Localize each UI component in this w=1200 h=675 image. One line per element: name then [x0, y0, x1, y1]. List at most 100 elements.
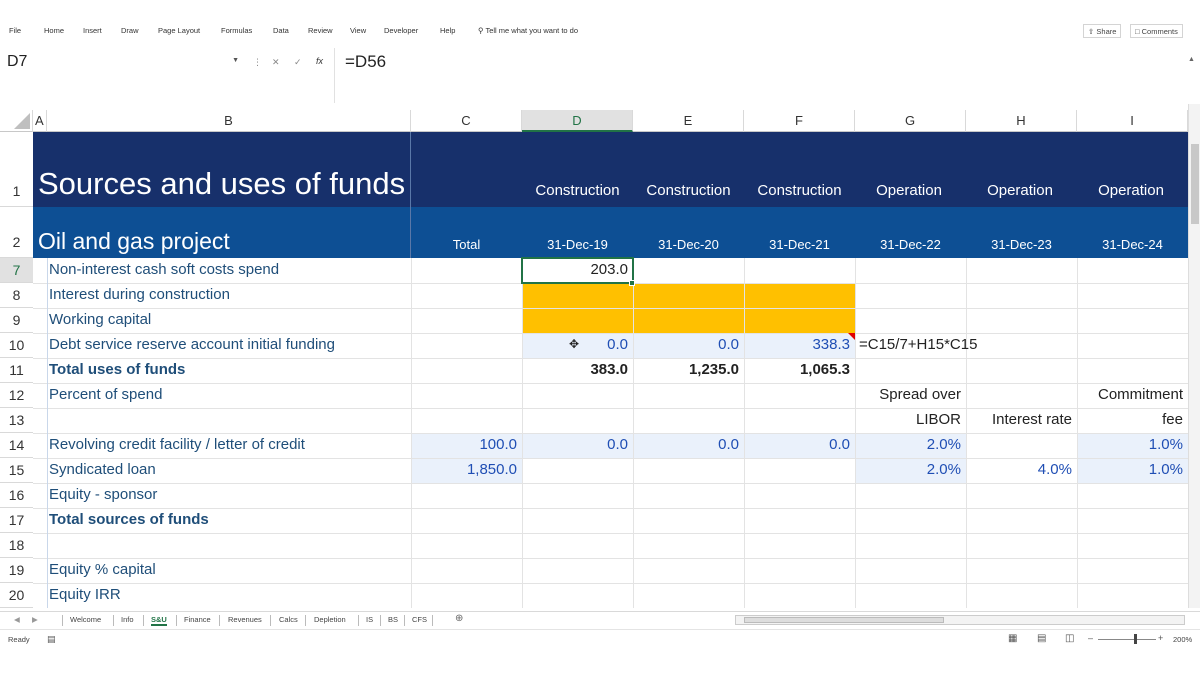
sheet-tab-info[interactable]: Info [121, 615, 134, 624]
row-header-17[interactable]: 17 [0, 508, 33, 533]
label-r15[interactable]: Syndicated loan [44, 458, 161, 483]
phase-d[interactable]: Construction [522, 182, 633, 199]
column-header-a[interactable]: A [33, 110, 47, 132]
tab-page-layout[interactable]: Page Layout [158, 26, 200, 35]
row-header-15[interactable]: 15 [0, 458, 33, 483]
sheet-tab-s-and-u[interactable]: S&U [151, 615, 167, 626]
column-header-d[interactable]: D [522, 110, 633, 132]
normal-view-icon[interactable]: ▦ [1008, 633, 1017, 644]
sheet-title[interactable]: Sources and uses of funds [38, 166, 405, 202]
row-header-16[interactable]: 16 [0, 483, 33, 508]
tab-home[interactable]: Home [44, 26, 64, 35]
cell-h13[interactable]: Interest rate [966, 408, 1077, 433]
row-header-8[interactable]: 8 [0, 283, 33, 308]
zoom-in-icon[interactable]: + [1158, 633, 1163, 643]
tab-review[interactable]: Review [308, 26, 333, 35]
cell-i12[interactable]: Commitment [1077, 383, 1188, 408]
cell-c14[interactable]: 100.0 [411, 433, 522, 458]
tab-view[interactable]: View [350, 26, 366, 35]
column-header-e[interactable]: E [633, 110, 744, 132]
label-r17[interactable]: Total sources of funds [44, 508, 214, 533]
date-d[interactable]: 31-Dec-19 [522, 237, 633, 252]
cell-g12[interactable]: Spread over [855, 383, 966, 408]
name-box[interactable]: D7 ▼ [3, 48, 245, 76]
cell-f14[interactable]: 0.0 [744, 433, 855, 458]
page-break-view-icon[interactable]: ◫ [1065, 633, 1074, 644]
column-header-h[interactable]: H [966, 110, 1077, 132]
sheet-tab-depletion[interactable]: Depletion [314, 615, 346, 624]
vertical-scroll-thumb[interactable] [1191, 144, 1199, 224]
sheet-tab-bs[interactable]: BS [388, 615, 398, 624]
expand-formula-icon[interactable]: ▲ [1188, 56, 1195, 63]
vertical-scrollbar[interactable] [1188, 104, 1200, 608]
phase-i[interactable]: Operation [1077, 182, 1185, 199]
phase-f[interactable]: Construction [744, 182, 855, 199]
row-header-19[interactable]: 19 [0, 558, 33, 583]
cell-g13[interactable]: LIBOR [855, 408, 966, 433]
cell-f11[interactable]: 1,065.3 [744, 358, 855, 383]
tab-formulas[interactable]: Formulas [221, 26, 252, 35]
label-r12[interactable]: Percent of spend [44, 383, 167, 408]
phase-e[interactable]: Construction [633, 182, 744, 199]
sheet-tab-revenues[interactable]: Revenues [228, 615, 262, 624]
label-r8[interactable]: Interest during construction [44, 283, 235, 308]
sheet-tab-is[interactable]: IS [366, 615, 373, 624]
row-header-14[interactable]: 14 [0, 433, 33, 458]
label-r14[interactable]: Revolving credit facility / letter of cr… [44, 433, 310, 458]
tab-developer[interactable]: Developer [384, 26, 418, 35]
page-layout-view-icon[interactable]: ▤ [1037, 633, 1046, 644]
cell-e14[interactable]: 0.0 [633, 433, 744, 458]
row-header-1[interactable]: 1 [0, 132, 33, 207]
cell-i13[interactable]: fee [1077, 408, 1188, 433]
column-header-b[interactable]: B [47, 110, 411, 132]
label-r20[interactable]: Equity IRR [44, 583, 126, 608]
zoom-slider-thumb[interactable] [1134, 634, 1137, 644]
horizontal-scroll-thumb[interactable] [744, 617, 944, 623]
cell-d11[interactable]: 383.0 [522, 358, 633, 383]
tab-data[interactable]: Data [273, 26, 289, 35]
insert-function-icon[interactable]: fx [316, 56, 323, 66]
sheet-tab-welcome[interactable]: Welcome [70, 615, 101, 624]
column-header-g[interactable]: G [855, 110, 966, 132]
sheet-tab-calcs[interactable]: Calcs [279, 615, 298, 624]
cell-g15[interactable]: 2.0% [855, 458, 966, 483]
cell-h15[interactable]: 4.0% [966, 458, 1077, 483]
scroll-left-icon[interactable]: ◀ [14, 615, 20, 624]
enter-icon[interactable]: ✓ [294, 57, 302, 68]
zoom-out-icon[interactable]: – [1088, 633, 1093, 643]
cell-g10[interactable]: =C15/7+H15*C15 [854, 333, 982, 358]
cell-f10[interactable]: 338.3 [744, 333, 855, 358]
cancel-icon[interactable]: ✕ [272, 57, 280, 68]
column-header-i[interactable]: I [1077, 110, 1188, 132]
formula-input[interactable]: =D56 [334, 48, 1196, 103]
row-header-20[interactable]: 20 [0, 583, 33, 608]
date-h[interactable]: 31-Dec-23 [966, 237, 1077, 252]
cell-d14[interactable]: 0.0 [522, 433, 633, 458]
date-f[interactable]: 31-Dec-21 [744, 237, 855, 252]
row-header-2[interactable]: 2 [0, 207, 33, 258]
horizontal-scrollbar[interactable] [735, 615, 1185, 625]
comments-button[interactable]: □ Comments [1130, 24, 1183, 38]
sheet-tab-cfs[interactable]: CFS [412, 615, 427, 624]
tab-insert[interactable]: Insert [83, 26, 102, 35]
label-r10[interactable]: Debt service reserve account initial fun… [44, 333, 340, 358]
macro-record-icon[interactable]: ▤ [47, 634, 56, 645]
tab-file[interactable]: File [9, 26, 21, 35]
sheet-subtitle[interactable]: Oil and gas project [38, 228, 230, 255]
add-sheet-icon[interactable]: ⊕ [455, 613, 463, 624]
cell-g14[interactable]: 2.0% [855, 433, 966, 458]
cell-e11[interactable]: 1,235.0 [633, 358, 744, 383]
row-header-7[interactable]: 7 [0, 258, 33, 283]
label-r7[interactable]: Non-interest cash soft costs spend [44, 258, 284, 283]
fill-handle[interactable] [629, 280, 635, 286]
scroll-right-icon[interactable]: ▶ [32, 615, 38, 624]
column-header-c[interactable]: C [411, 110, 522, 132]
column-header-f[interactable]: F [744, 110, 855, 132]
label-r19[interactable]: Equity % capital [44, 558, 161, 583]
date-e[interactable]: 31-Dec-20 [633, 237, 744, 252]
zoom-slider[interactable] [1098, 639, 1156, 640]
cell-d10[interactable]: 0.0 [522, 333, 633, 358]
date-i[interactable]: 31-Dec-24 [1077, 237, 1188, 252]
cell-i14[interactable]: 1.0% [1077, 433, 1188, 458]
share-button[interactable]: ⇧ Share [1083, 24, 1122, 38]
